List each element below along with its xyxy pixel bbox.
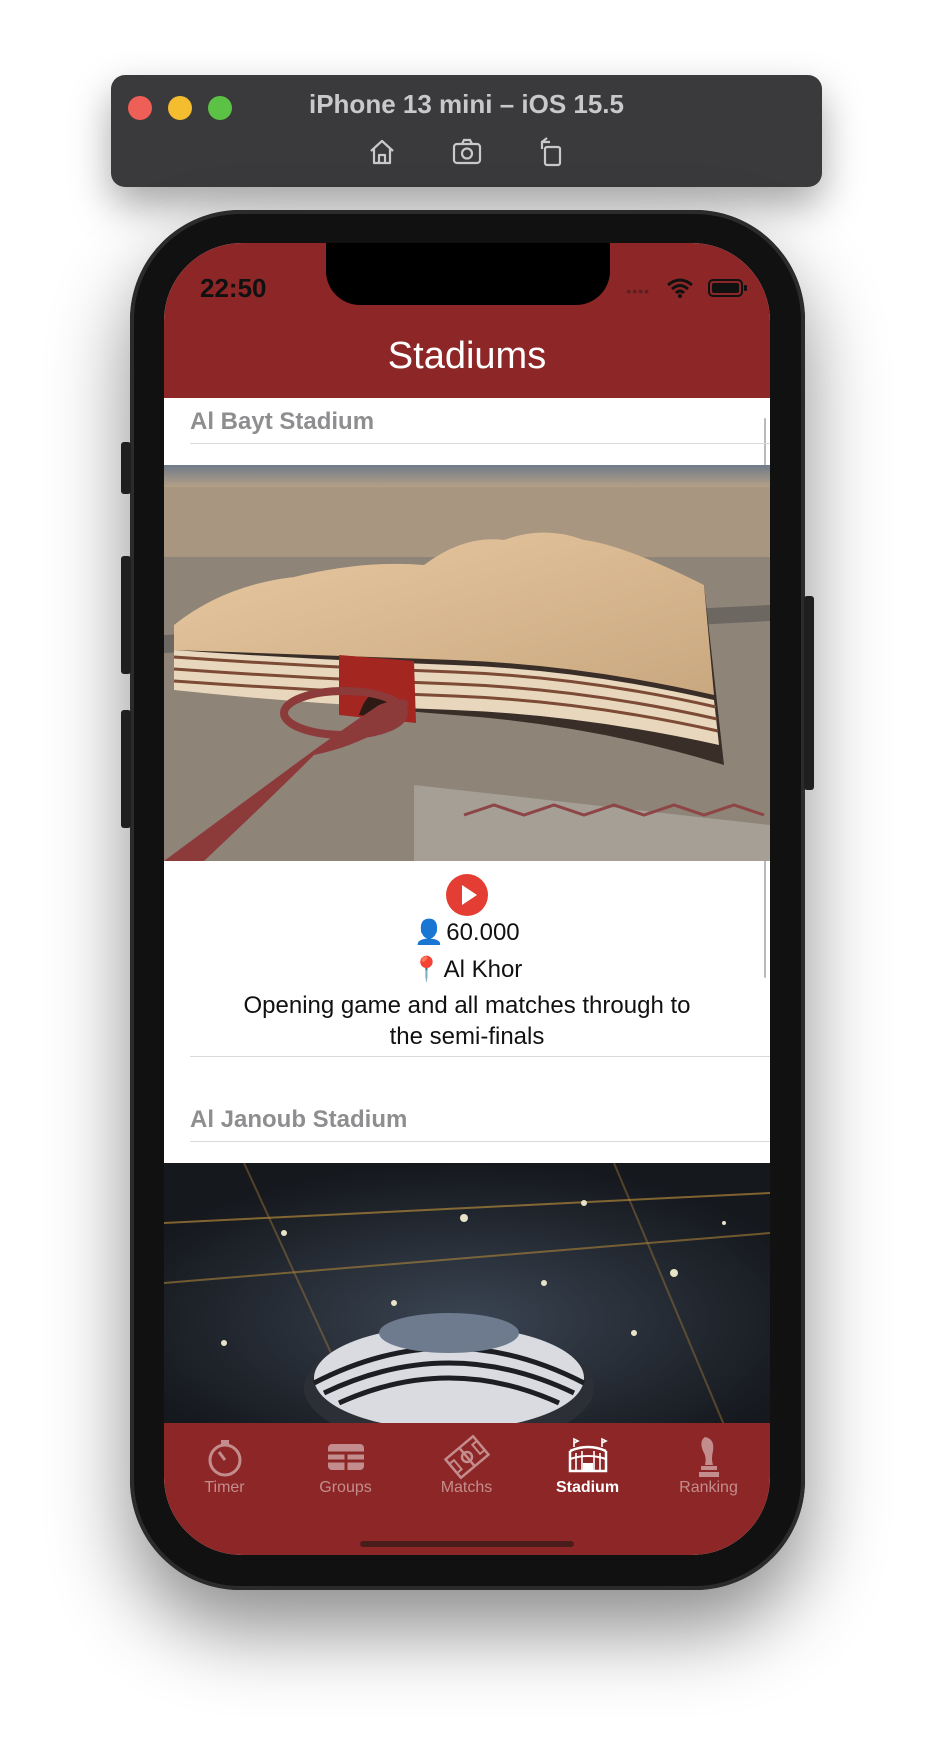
location-line: 📍Al Khor [164, 955, 770, 984]
groups-icon [285, 1433, 406, 1481]
tab-label: Timer [204, 1479, 245, 1496]
stadium-name: Al Bayt Stadium [190, 408, 375, 435]
home-icon[interactable] [362, 135, 402, 171]
battery-icon [708, 279, 747, 297]
pin-icon: 📍 [411, 956, 442, 983]
tab-timer[interactable]: Timer [164, 1423, 285, 1507]
simulator-toolbar: iPhone 13 mini – iOS 15.5 [111, 75, 822, 187]
mute-switch [121, 442, 131, 494]
timer-icon [164, 1433, 285, 1481]
volume-up-button [121, 556, 131, 674]
simulator-title: iPhone 13 mini – iOS 15.5 [308, 89, 624, 119]
tab-groups[interactable]: Groups [285, 1423, 406, 1507]
screenshot-icon[interactable] [447, 135, 487, 171]
tab-label: Groups [319, 1479, 372, 1496]
home-indicator[interactable] [360, 1541, 574, 1547]
tab-bar: Timer Groups Matchs Stadium Ranking [164, 1423, 770, 1555]
status-time: 22:50 [200, 273, 267, 303]
page-title: Stadiums [387, 335, 547, 377]
location-value: Al Khor [443, 956, 523, 983]
tab-label: Ranking [679, 1479, 738, 1496]
volume-down-button [121, 710, 131, 828]
pitch-icon [406, 1433, 527, 1481]
stadium-icon [527, 1433, 648, 1481]
tab-matchs[interactable]: Matchs [406, 1423, 527, 1507]
trophy-icon [648, 1433, 769, 1481]
separator [190, 1141, 770, 1142]
stadium-photo [164, 465, 770, 861]
separator [190, 1056, 770, 1057]
separator [190, 443, 770, 444]
power-button [804, 596, 814, 790]
rotate-icon[interactable] [531, 135, 571, 171]
tab-label: Matchs [440, 1479, 493, 1496]
capacity-value: 60.000 [446, 919, 520, 946]
stadium-name: Al Janoub Stadium [190, 1106, 408, 1133]
stadium-description: Opening game and all matches through to … [243, 992, 691, 1050]
tab-label: Stadium [555, 1479, 620, 1496]
tab-ranking[interactable]: Ranking [648, 1423, 769, 1507]
stadium-photo [164, 1163, 770, 1423]
capacity-line: 👤60.000 [164, 918, 770, 947]
notch [326, 243, 610, 305]
phone-screen: 22:50 •••• Stadiums Al Bayt Stadium 👤60.… [164, 243, 770, 1555]
stadium-list[interactable]: Al Bayt Stadium 👤60.000 📍Al Khor Opening… [164, 398, 770, 1423]
cellular-icon: •••• [626, 283, 650, 299]
tab-stadium[interactable]: Stadium [527, 1423, 648, 1507]
wifi-icon [667, 278, 693, 298]
person-icon: 👤 [414, 919, 445, 946]
navigation-bar: 22:50 •••• Stadiums [164, 243, 770, 398]
play-video-button[interactable] [446, 874, 488, 916]
